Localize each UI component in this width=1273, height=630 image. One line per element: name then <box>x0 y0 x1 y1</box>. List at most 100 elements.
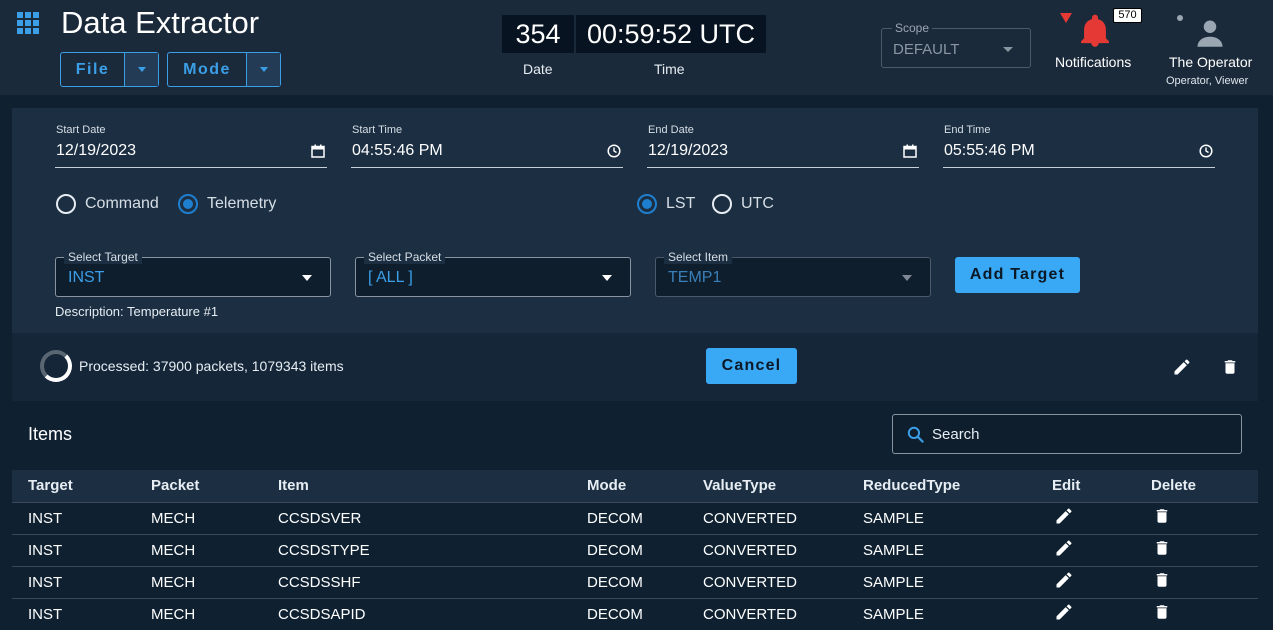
trash-icon[interactable] <box>1221 357 1239 377</box>
end-time-value[interactable]: 05:55:46 PM <box>944 142 1035 160</box>
item-select[interactable]: Select Item TEMP1 <box>655 250 931 297</box>
end-time-field[interactable]: End Time 05:55:46 PM <box>943 124 1215 168</box>
processed-status-text: Processed: 37900 packets, 1079343 items <box>79 358 344 374</box>
column-header-mode[interactable]: Mode <box>571 470 687 503</box>
column-header-item[interactable]: Item <box>262 470 571 503</box>
user-name: The Operator <box>1169 54 1253 70</box>
apps-grid-icon[interactable] <box>17 12 39 34</box>
processing-status-bar: Processed: 37900 packets, 1079343 items … <box>12 333 1258 401</box>
cell-mode: DECOM <box>571 566 687 599</box>
chevron-down-icon <box>602 275 612 281</box>
trash-icon[interactable] <box>1153 506 1171 526</box>
pencil-icon[interactable] <box>1054 602 1074 622</box>
account-icon <box>1197 20 1223 47</box>
radio-button[interactable] <box>712 194 732 214</box>
alert-triangle-icon <box>1060 13 1072 23</box>
filter-panel: Start Date 12/19/2023 Start Time 04:55:4… <box>12 108 1258 333</box>
end-date-value[interactable]: 12/19/2023 <box>648 142 728 160</box>
file-dropdown-toggle[interactable] <box>124 53 158 86</box>
cell-item: CCSDSSHF <box>262 566 571 599</box>
top-bar: Data Extractor File Mode 354 Date 00:59:… <box>0 0 1273 95</box>
cancel-button[interactable]: Cancel <box>706 348 797 384</box>
end-date-label: End Date <box>648 124 694 136</box>
scope-select[interactable]: Scope DEFAULT <box>881 21 1031 68</box>
start-date-value[interactable]: 12/19/2023 <box>56 142 136 160</box>
end-date-field[interactable]: End Date 12/19/2023 <box>647 124 919 168</box>
mode-button-label[interactable]: Mode <box>168 53 246 86</box>
target-select-value: INST <box>68 269 105 286</box>
items-title: Items <box>28 424 73 444</box>
radio-utc[interactable]: UTC <box>712 194 774 214</box>
clock-icon[interactable] <box>1199 144 1213 158</box>
file-menu-button[interactable]: File <box>60 52 159 87</box>
radio-telemetry-label: Telemetry <box>207 195 277 212</box>
cell-delete <box>1135 534 1258 567</box>
clock-icon[interactable] <box>607 144 621 158</box>
trash-icon[interactable] <box>1153 602 1171 622</box>
scope-label: Scope <box>892 21 933 35</box>
start-time-field[interactable]: Start Time 04:55:46 PM <box>351 124 623 168</box>
cell-item: CCSDSTYPE <box>262 534 571 567</box>
file-button-label[interactable]: File <box>61 53 124 86</box>
start-date-label: Start Date <box>56 124 106 136</box>
cell-reducedtype: SAMPLE <box>847 502 1036 535</box>
chevron-down-icon <box>259 67 268 72</box>
cell-target: INST <box>12 534 135 567</box>
mode-menu-button[interactable]: Mode <box>167 52 281 87</box>
table-row: INST MECH CCSDSTYPE DECOM CONVERTED SAMP… <box>12 534 1258 567</box>
cell-reducedtype: SAMPLE <box>847 566 1036 599</box>
trash-icon[interactable] <box>1153 538 1171 558</box>
search-input[interactable]: Search <box>892 414 1242 454</box>
item-select-label: Select Item <box>664 250 733 264</box>
column-header-target[interactable]: Target <box>12 470 135 503</box>
pencil-icon[interactable] <box>1172 357 1192 377</box>
calendar-icon[interactable] <box>311 144 325 158</box>
cell-delete <box>1135 598 1258 630</box>
cell-edit <box>1036 566 1135 599</box>
cell-edit <box>1036 502 1135 535</box>
search-placeholder: Search <box>932 426 980 443</box>
start-time-value[interactable]: 04:55:46 PM <box>352 142 443 160</box>
cell-valuetype: CONVERTED <box>687 566 847 599</box>
cell-packet: MECH <box>135 502 262 535</box>
radio-button-selected[interactable] <box>178 194 198 214</box>
pencil-icon[interactable] <box>1054 570 1074 590</box>
radio-button[interactable] <box>56 194 76 214</box>
radio-lst[interactable]: LST <box>637 194 695 214</box>
day-label: Date <box>523 61 553 77</box>
column-header-packet[interactable]: Packet <box>135 470 262 503</box>
chevron-down-icon <box>1003 47 1013 52</box>
cell-mode: DECOM <box>571 534 687 567</box>
radio-command[interactable]: Command <box>56 194 159 214</box>
target-select[interactable]: Select Target INST <box>55 250 331 297</box>
user-menu[interactable]: The Operator Operator, Viewer <box>1160 8 1270 92</box>
search-icon <box>907 426 924 443</box>
mode-dropdown-toggle[interactable] <box>246 53 280 86</box>
calendar-icon[interactable] <box>903 144 917 158</box>
add-target-button[interactable]: Add Target <box>955 257 1080 293</box>
radio-button-selected[interactable] <box>637 194 657 214</box>
column-header-edit: Edit <box>1036 470 1135 503</box>
column-header-delete: Delete <box>1135 470 1258 503</box>
cell-valuetype: CONVERTED <box>687 534 847 567</box>
packet-select-label: Select Packet <box>364 250 446 264</box>
chevron-down-icon <box>302 275 312 281</box>
radio-command-label: Command <box>85 195 159 212</box>
loading-spinner-icon <box>40 350 72 382</box>
notifications-button[interactable]: 570 Notifications <box>1050 8 1142 88</box>
column-header-valuetype[interactable]: ValueType <box>687 470 847 503</box>
bell-icon <box>1081 14 1109 47</box>
start-date-field[interactable]: Start Date 12/19/2023 <box>55 124 327 168</box>
cell-target: INST <box>12 598 135 630</box>
radio-lst-label: LST <box>666 195 696 212</box>
chevron-down-icon <box>902 275 912 281</box>
user-roles: Operator, Viewer <box>1166 75 1249 87</box>
cell-edit <box>1036 534 1135 567</box>
packet-select[interactable]: Select Packet [ ALL ] <box>355 250 631 297</box>
packet-select-value: [ ALL ] <box>368 269 413 286</box>
column-header-reducedtype[interactable]: ReducedType <box>847 470 1036 503</box>
pencil-icon[interactable] <box>1054 506 1074 526</box>
radio-telemetry[interactable]: Telemetry <box>178 194 276 214</box>
trash-icon[interactable] <box>1153 570 1171 590</box>
pencil-icon[interactable] <box>1054 538 1074 558</box>
